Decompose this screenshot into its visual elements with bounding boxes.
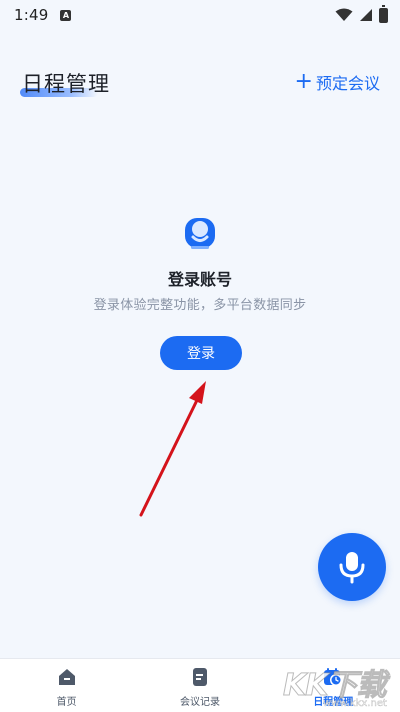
- nav-item-schedule[interactable]: 日程管理: [267, 659, 400, 712]
- microphone-icon: [339, 552, 365, 584]
- login-button[interactable]: 登录: [160, 336, 242, 370]
- login-heading: 登录账号: [167, 270, 232, 289]
- book-meeting-label: 预定会议: [315, 74, 380, 93]
- nav-label-meeting-records: 会议记录: [179, 697, 220, 708]
- document-icon: [192, 668, 207, 686]
- voice-button[interactable]: [318, 533, 386, 601]
- page-title-wrap: 日程管理: [20, 68, 110, 98]
- plus-icon: +: [294, 69, 313, 94]
- signal-icon: [360, 9, 372, 21]
- nav-item-meeting-records[interactable]: 会议记录: [133, 659, 266, 712]
- status-bar: 1:49 A: [0, 0, 400, 30]
- calendar-clock-icon: [324, 668, 343, 686]
- header: 日程管理 + 预定会议: [0, 62, 400, 102]
- nav-item-home[interactable]: 首页: [0, 659, 133, 712]
- home-icon: [58, 669, 75, 685]
- nav-label-home: 首页: [56, 697, 77, 708]
- page-title: 日程管理: [22, 72, 110, 96]
- battery-icon: [379, 4, 388, 23]
- app-notification-icon: A: [60, 9, 72, 21]
- wifi-icon: [335, 8, 353, 21]
- status-time: 1:49: [14, 6, 49, 24]
- book-meeting-button[interactable]: + 预定会议: [295, 70, 380, 94]
- nav-label-schedule: 日程管理: [313, 697, 354, 708]
- user-avatar-icon: [185, 218, 215, 249]
- bottom-nav: 首页 会议记录 日程管理: [0, 658, 400, 712]
- status-icons: [335, 4, 388, 23]
- login-subtitle: 登录体验完整功能，多平台数据同步: [93, 298, 307, 313]
